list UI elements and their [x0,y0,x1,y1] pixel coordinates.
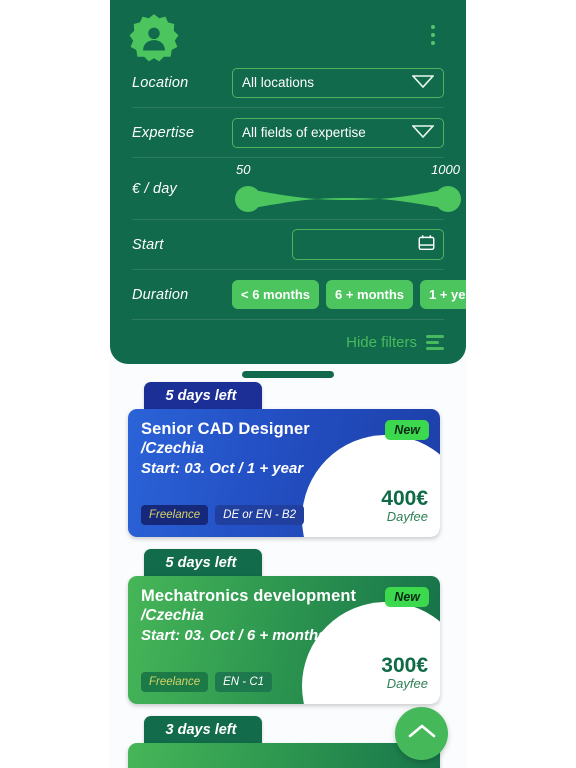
app-root: Location All locations Expertise All fie… [0,0,576,768]
rate-max-value: 1000 [431,161,460,177]
tag-freelance: Freelance [141,672,209,692]
job-price: 300€ Dayfee [381,654,428,691]
filter-row-location: Location All locations [132,58,444,108]
rate-ticks: 50 1000 [232,162,464,177]
price-label: Dayfee [386,508,428,524]
filter-row-expertise: Expertise All fields of expertise [132,108,444,158]
panel-drag-handle[interactable] [242,371,334,378]
duration-chip-1-plus-year[interactable]: 1 + year [420,280,466,309]
job-card[interactable] [128,743,440,768]
filter-row-duration: Duration < 6 months 6 + months 1 + year [132,270,466,320]
gear-person-icon [128,12,180,64]
filter-row-start: Start [132,220,444,270]
rate-slider[interactable]: 50 1000 [232,162,464,216]
chevron-down-icon [411,124,435,141]
location-value: All locations [242,75,315,90]
kebab-menu-icon[interactable] [422,20,444,50]
days-left-tab: 3 days left [144,716,262,744]
hide-filters-button[interactable]: Hide filters [132,320,444,364]
tag-language: DE or EN - B2 [215,505,304,525]
filter-panel: Location All locations Expertise All fie… [110,0,466,364]
job-card-block: 5 days left New Senior CAD Designer /Cze… [110,382,466,537]
rate-track[interactable] [232,183,464,215]
price-label: Dayfee [386,675,428,691]
new-badge: New [385,587,429,607]
kebab-dot [431,33,435,37]
rate-min-value: 50 [236,161,251,177]
panel-header [129,0,444,62]
hamburger-icon [426,334,444,350]
job-start: Start: 03. Oct / 1 + year [141,460,304,477]
rate-handle-min [235,185,261,212]
job-title: Mechatronics development [141,587,357,605]
job-location: /Czechia [141,607,204,624]
duration-chip-6-plus-months[interactable]: 6 + months [326,280,413,309]
chevron-up-icon [407,721,437,746]
job-title: Senior CAD Designer [141,420,310,438]
location-body: All locations [232,67,444,98]
start-body [232,229,444,260]
expertise-value: All fields of expertise [242,125,366,140]
start-date-input[interactable] [292,229,444,260]
days-left-tab: 5 days left [144,382,262,410]
rate-handle-max [435,185,461,212]
expertise-label: Expertise [132,124,195,141]
price-amount: 300€ [381,653,428,677]
expertise-select[interactable]: All fields of expertise [232,117,444,148]
location-select[interactable]: All locations [232,67,444,98]
hide-filters-label: Hide filters [346,333,417,351]
job-tags: Freelance DE or EN - B2 [141,505,304,525]
expertise-body: All fields of expertise [232,117,444,148]
job-price: 400€ Dayfee [381,487,428,524]
location-label: Location [132,74,189,91]
days-left-tab: 5 days left [144,549,262,577]
duration-label: Duration [132,286,189,303]
calendar-icon [418,234,435,256]
job-tags: Freelance EN - C1 [141,672,273,692]
job-location: /Czechia [141,440,204,457]
start-label: Start [132,236,164,253]
kebab-dot [431,41,435,45]
rate-label: € / day [132,180,177,197]
job-card[interactable]: New Senior CAD Designer /Czechia Start: … [128,409,440,537]
tag-language: EN - C1 [215,672,273,692]
filter-row-rate: € / day 50 1000 [132,158,461,220]
job-card[interactable]: New Mechatronics development /Czechia St… [128,576,440,704]
chevron-down-icon [411,74,435,91]
job-card-block: 5 days left New Mechatronics development… [110,549,466,704]
duration-chip-group: < 6 months 6 + months 1 + year [232,280,466,309]
tag-freelance: Freelance [141,505,209,525]
new-badge: New [385,420,429,440]
phone-viewport: Location All locations Expertise All fie… [110,0,466,768]
kebab-dot [431,25,435,29]
scroll-to-top-button[interactable] [395,707,448,760]
duration-chip-under-6-months[interactable]: < 6 months [232,280,319,309]
job-start: Start: 03. Oct / 6 + months [141,627,327,644]
price-amount: 400€ [381,486,428,510]
